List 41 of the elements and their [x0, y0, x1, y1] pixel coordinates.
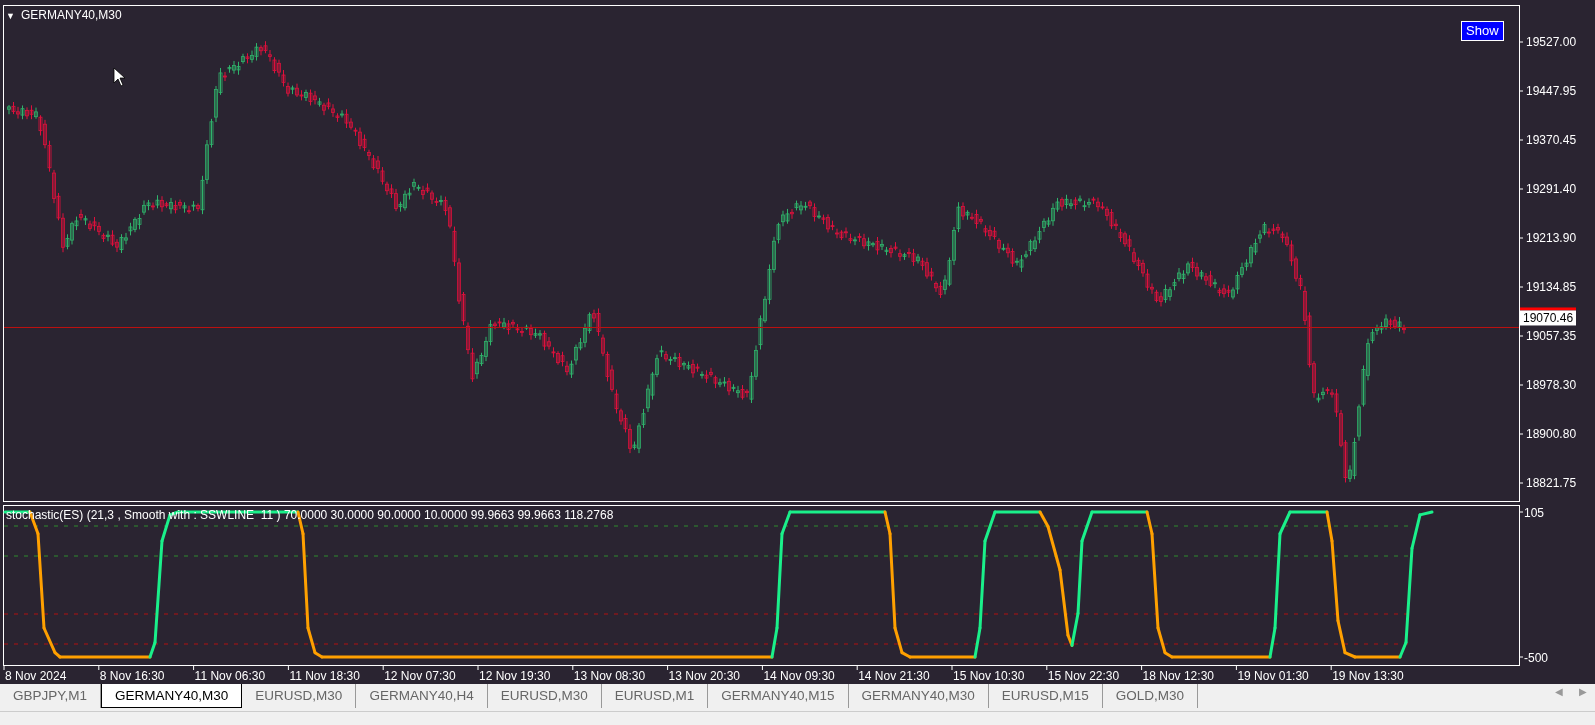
time-tick-label: 12 Nov 19:30 — [479, 669, 551, 683]
time-tick-label: 12 Nov 07:30 — [384, 669, 456, 683]
show-button[interactable]: Show — [1461, 21, 1504, 41]
time-tick-label: 13 Nov 08:30 — [573, 669, 646, 683]
chart-tab[interactable]: GERMANY40,H4 — [356, 684, 488, 708]
time-tick-label: 15 Nov 10:30 — [953, 669, 1025, 683]
chart-tab[interactable]: GERMANY40,M15 — [708, 684, 849, 708]
price-tick-label: 18821.75 — [1526, 476, 1577, 490]
price-tick-label: 19057.35 — [1526, 329, 1577, 343]
price-tick-label: 19134.85 — [1526, 280, 1577, 294]
price-tick-label: 19527.00 — [1526, 35, 1577, 49]
chart-tab[interactable]: EURUSD,M1 — [601, 684, 709, 708]
price-tick-label: 19370.45 — [1526, 133, 1577, 147]
price-tick-label: 19291.40 — [1526, 182, 1577, 196]
chart-symbol-label: GERMANY40,M30 — [21, 8, 122, 22]
price-tick-label: 19213.90 — [1526, 231, 1577, 245]
chart-tab[interactable]: EURUSD,M30 — [487, 684, 602, 708]
cursor-icon — [113, 67, 126, 87]
time-tick-label: 11 Nov 06:30 — [194, 669, 266, 683]
chart-tab[interactable]: EURUSD,M15 — [988, 684, 1103, 708]
price-tick-label: 19447.95 — [1526, 84, 1577, 98]
time-tick-label: 8 Nov 2024 — [5, 669, 67, 683]
chart-tab[interactable]: GOLD,M30 — [1102, 684, 1199, 708]
chart-tab[interactable]: EURUSD,M30 — [242, 684, 357, 708]
time-tick-label: 8 Nov 16:30 — [99, 669, 165, 683]
chart-tab[interactable]: GERMANY40,M30 — [848, 684, 989, 708]
time-tick-label: 18 Nov 12:30 — [1142, 669, 1214, 683]
time-tick-label: 11 Nov 18:30 — [289, 669, 360, 683]
time-tick-label: 15 Nov 22:30 — [1047, 669, 1120, 683]
time-tick-label: 19 Nov 01:30 — [1237, 669, 1309, 683]
collapse-icon[interactable]: ▼ — [6, 11, 15, 21]
current-price-label: 19070.46 — [1520, 307, 1576, 326]
time-tick-label: 19 Nov 13:30 — [1332, 669, 1404, 683]
time-tick-label: 13 Nov 20:30 — [668, 669, 740, 683]
time-tick-label: 14 Nov 09:30 — [763, 669, 835, 683]
time-tick-label: 14 Nov 21:30 — [858, 669, 930, 683]
chart-tab[interactable]: GERMANY40,M30 — [101, 684, 243, 708]
price-tick-label: 18978.30 — [1526, 378, 1577, 392]
indicator-tick-label: 105 — [1524, 506, 1545, 520]
indicator-tick-label: -500 — [1524, 651, 1549, 665]
price-tick-label: 18900.80 — [1526, 427, 1577, 441]
